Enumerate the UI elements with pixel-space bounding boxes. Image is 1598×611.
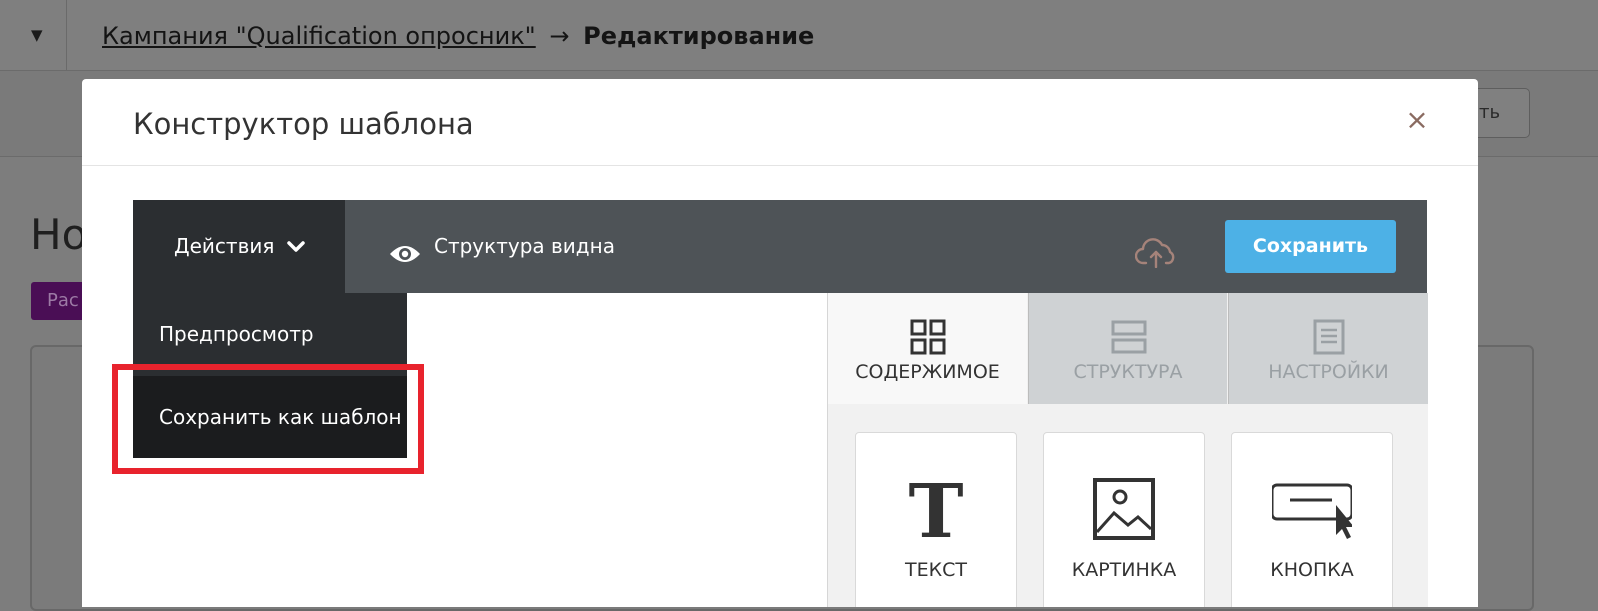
- collapse-arrow-icon[interactable]: ▼: [31, 26, 43, 44]
- actions-dropdown-button[interactable]: Действия: [133, 200, 345, 293]
- blocks-side-panel: СОДЕРЖИМОЕ СТРУКТУРА НАСТРОЙКИ T ТЕКСТ К…: [827, 293, 1428, 607]
- rows-icon: [1111, 320, 1147, 354]
- tab-content-label: СОДЕРЖИМОЕ: [855, 361, 1000, 383]
- block-button[interactable]: КНОПКА: [1231, 432, 1393, 607]
- tab-settings-label: НАСТРОЙКИ: [1268, 361, 1389, 383]
- breadcrumb-current: Редактирование: [583, 22, 815, 50]
- structure-visible-toggle[interactable]: Структура видна: [434, 234, 615, 258]
- template-builder-modal: Конструктор шаблона × Действия Структура…: [82, 79, 1478, 607]
- actions-label: Действия: [174, 234, 275, 258]
- button-cursor-icon: [1272, 483, 1352, 539]
- divider: [66, 0, 67, 70]
- image-icon: [1093, 478, 1155, 540]
- background-heading: Но: [30, 210, 88, 259]
- block-image-label: КАРТИНКА: [1071, 559, 1177, 581]
- menu-item-preview[interactable]: Предпросмотр: [133, 293, 407, 375]
- tab-structure-label: СТРУКТУРА: [1073, 361, 1183, 383]
- tab-settings[interactable]: НАСТРОЙКИ: [1228, 293, 1428, 404]
- letter-t-icon: T: [908, 475, 963, 545]
- chevron-down-icon: [287, 241, 305, 252]
- tab-structure[interactable]: СТРУКТУРА: [1028, 293, 1227, 404]
- svg-text:T: T: [908, 475, 963, 545]
- breadcrumb: Кампания "Qualification опросник" → Реда…: [102, 22, 814, 50]
- cloud-upload-icon[interactable]: [1135, 236, 1177, 268]
- breadcrumb-campaign-link[interactable]: Кампания "Qualification опросник": [102, 22, 536, 50]
- save-button[interactable]: Сохранить: [1225, 220, 1396, 273]
- editor-toolbar: Действия Структура видна Сохранить: [133, 200, 1427, 293]
- block-text[interactable]: T ТЕКСТ: [855, 432, 1017, 607]
- modal-title: Конструктор шаблона: [133, 107, 474, 141]
- eye-icon[interactable]: [389, 244, 421, 264]
- menu-item-preview-label: Предпросмотр: [159, 322, 314, 346]
- block-text-label: ТЕКСТ: [905, 559, 967, 581]
- block-button-label: КНОПКА: [1270, 559, 1354, 581]
- grid-icon: [910, 319, 946, 355]
- close-icon[interactable]: ×: [1404, 105, 1430, 135]
- document-icon: [1313, 319, 1345, 355]
- modal-header: Конструктор шаблона ×: [82, 79, 1478, 166]
- menu-item-save-as-template[interactable]: Сохранить как шаблон: [133, 376, 407, 458]
- tab-content[interactable]: СОДЕРЖИМОЕ: [828, 293, 1027, 404]
- breadcrumb-separator: →: [549, 22, 570, 50]
- menu-item-save-as-template-label: Сохранить как шаблон: [159, 405, 402, 429]
- block-image[interactable]: КАРТИНКА: [1043, 432, 1205, 607]
- top-bar: ▼ Кампания "Qualification опросник" → Ре…: [0, 0, 1598, 71]
- actions-dropdown-menu: Предпросмотр Сохранить как шаблон: [133, 293, 407, 458]
